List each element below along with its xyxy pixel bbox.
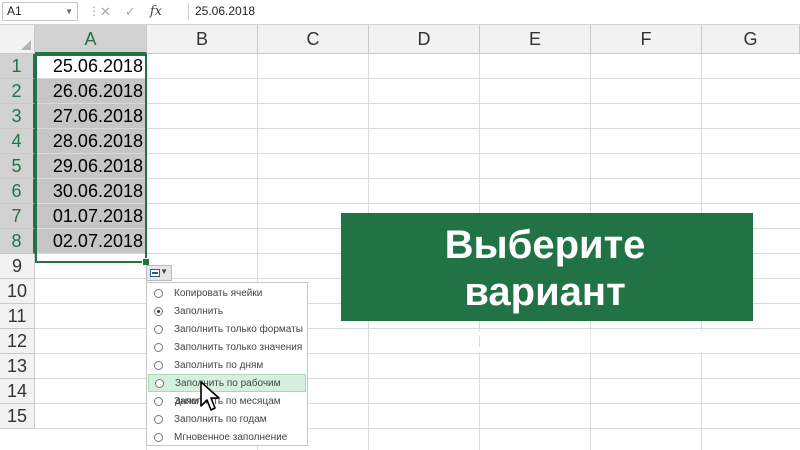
menu-item-fill-weekdays[interactable]: Заполнить по рабочим дням <box>148 374 306 407</box>
menu-item-flash-fill[interactable]: Мгновенное заполнение <box>148 429 306 447</box>
row-header[interactable]: 12 <box>0 329 35 354</box>
formula-bar: A1 ▼ ⋮ ✕ ✓ fx 25.06.2018 <box>0 0 800 25</box>
radio-button[interactable] <box>154 289 163 298</box>
row-header[interactable]: 15 <box>0 404 35 429</box>
row-header[interactable]: 7 <box>0 204 35 229</box>
autofill-icon <box>150 269 160 277</box>
row-header[interactable]: 8 <box>0 229 35 254</box>
autofill-options-button[interactable]: ▼ <box>146 265 172 281</box>
banner-line-2: автозаполнения <box>383 317 707 361</box>
menu-item-label: Заполнить по месяцам <box>174 396 281 407</box>
column-header-e[interactable]: E <box>480 25 591 54</box>
radio-button-selected[interactable] <box>154 307 163 316</box>
cell-a8[interactable]: 02.07.2018 <box>36 229 146 253</box>
row-header[interactable]: 2 <box>0 79 35 104</box>
column-header-c[interactable]: C <box>258 25 369 54</box>
row-header[interactable]: 13 <box>0 354 35 379</box>
menu-item-label: Заполнить <box>174 306 224 317</box>
mouse-pointer-icon <box>200 381 220 411</box>
cell-a3[interactable]: 27.06.2018 <box>36 104 146 128</box>
radio-button[interactable] <box>154 325 163 334</box>
menu-item-fill-days[interactable]: Заполнить по дням <box>148 357 306 375</box>
menu-item-label: Копировать ячейки <box>174 288 263 299</box>
row-header[interactable]: 10 <box>0 279 35 304</box>
row-header[interactable]: 1 <box>0 54 35 79</box>
cell-a4[interactable]: 28.06.2018 <box>36 129 146 153</box>
menu-item-label: Заполнить только значения <box>174 342 303 353</box>
menu-item-fill-series[interactable]: Заполнить <box>148 303 306 321</box>
cell-a1[interactable]: 25.06.2018 <box>36 54 146 78</box>
menu-item-fill-values-only[interactable]: Заполнить только значения <box>148 339 306 357</box>
name-box-value: A1 <box>7 4 22 18</box>
column-header-b[interactable]: B <box>147 25 258 54</box>
menu-item-fill-formats-only[interactable]: Заполнить только форматы <box>148 321 306 339</box>
radio-button[interactable] <box>154 397 163 406</box>
autofill-options-menu: Копировать ячейки Заполнить Заполнить то… <box>146 282 308 446</box>
menu-item-fill-months[interactable]: Заполнить по месяцам <box>148 393 306 411</box>
row-header[interactable]: 9 <box>0 254 35 279</box>
menu-item-label: Мгновенное заполнение <box>174 432 288 443</box>
banner-line-1: Выберите вариант <box>444 223 646 314</box>
formula-input[interactable]: 25.06.2018 <box>195 2 255 21</box>
row-header[interactable]: 4 <box>0 129 35 154</box>
insert-function-icon[interactable]: fx <box>150 4 162 19</box>
menu-item-label: Заполнить по дням <box>174 360 264 371</box>
column-header-f[interactable]: F <box>591 25 702 54</box>
grid-line <box>35 178 800 179</box>
grid-line <box>35 203 800 204</box>
radio-button[interactable] <box>154 343 163 352</box>
row-header[interactable]: 5 <box>0 154 35 179</box>
cell-a7[interactable]: 01.07.2018 <box>36 204 146 228</box>
menu-item-label: Заполнить по годам <box>174 414 267 425</box>
row-header[interactable]: 3 <box>0 104 35 129</box>
column-header-g[interactable]: G <box>702 25 800 54</box>
grid-line <box>35 103 800 104</box>
menu-item-label: Заполнить только форматы <box>174 324 303 335</box>
menu-item-fill-years[interactable]: Заполнить по годам <box>148 411 306 429</box>
row-header[interactable]: 11 <box>0 304 35 329</box>
chevron-down-icon[interactable]: ▼ <box>65 3 73 20</box>
menu-item-copy-cells[interactable]: Копировать ячейки <box>148 285 306 303</box>
chevron-down-icon: ▼ <box>160 267 168 276</box>
radio-button[interactable] <box>154 361 163 370</box>
select-all-button[interactable] <box>0 25 35 54</box>
enter-icon[interactable]: ✓ <box>125 4 136 20</box>
instruction-banner: Выберите вариант автозаполнения <box>341 213 753 361</box>
formula-separator <box>188 3 189 20</box>
grid-line <box>35 78 800 79</box>
cell-a6[interactable]: 30.06.2018 <box>36 179 146 203</box>
more-icon: ⋮ <box>88 4 100 18</box>
cell-a2[interactable]: 26.06.2018 <box>36 79 146 103</box>
column-header-d[interactable]: D <box>369 25 480 54</box>
cell-a5[interactable]: 29.06.2018 <box>36 154 146 178</box>
radio-button[interactable] <box>154 415 163 424</box>
row-header[interactable]: 6 <box>0 179 35 204</box>
row-header[interactable]: 14 <box>0 379 35 404</box>
name-box[interactable]: A1 ▼ <box>2 2 78 21</box>
radio-button[interactable] <box>154 433 163 442</box>
column-header-a[interactable]: A <box>35 25 147 54</box>
grid-line <box>35 153 800 154</box>
cancel-icon[interactable]: ✕ <box>100 4 111 20</box>
grid-line <box>35 128 800 129</box>
radio-button[interactable] <box>155 379 164 388</box>
